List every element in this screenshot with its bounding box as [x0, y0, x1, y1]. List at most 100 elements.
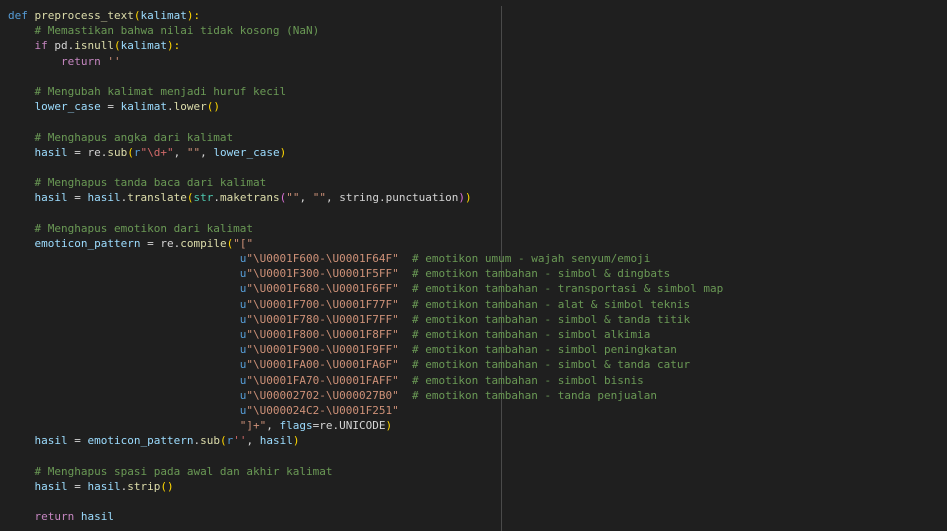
code-token: pd. [47, 39, 75, 53]
code-token: # Memastikan bahwa nilai tidak kosong (N… [34, 24, 320, 38]
code-line[interactable]: hasil = hasil.translate(str.maketrans(""… [8, 190, 723, 205]
code-line[interactable]: ​ [8, 69, 723, 84]
code-line[interactable]: # Mengubah kalimat menjadi huruf kecil [8, 84, 723, 99]
code-token: sub [200, 434, 220, 448]
code-token: # emotikon tambahan - alat & simbol tekn… [412, 297, 691, 311]
code-token: = [67, 479, 88, 493]
code-token: "\U0001FA00-\U0001FA6F" [246, 358, 399, 372]
code-line[interactable]: ​ [8, 205, 723, 220]
code-token: ( [127, 145, 134, 159]
code-line[interactable]: u"\U000024C2-\U0001F251" [8, 403, 723, 418]
code-line[interactable]: # Menghapus angka dari kalimat [8, 130, 723, 145]
code-line[interactable]: u"\U0001F900-\U0001F9FF" # emotikon tamb… [8, 342, 723, 357]
code-token: kalimat [120, 39, 167, 53]
code-token: . [213, 191, 220, 205]
code-token: "" [312, 191, 326, 205]
code-line[interactable]: def preprocess_text(kalimat): [8, 8, 723, 23]
code-token: # emotikon tambahan - simbol alkimia [412, 327, 651, 341]
code-line[interactable]: hasil = hasil.strip() [8, 479, 723, 494]
code-token: # emotikon tambahan - tanda penjualan [412, 388, 658, 402]
code-token: "\U0001F800-\U0001F8FF" [246, 327, 399, 341]
code-token: ): [166, 39, 181, 53]
code-line[interactable]: u"\U0001FA00-\U0001FA6F" # emotikon tamb… [8, 357, 723, 372]
code-line[interactable]: lower_case = kalimat.lower() [8, 99, 723, 114]
code-token: # emotikon tambahan - simbol & tanda tit… [412, 312, 691, 326]
code-line[interactable]: u"\U0001F700-\U0001F77F" # emotikon tamb… [8, 297, 723, 312]
code-token: r [133, 145, 141, 159]
code-block[interactable]: def preprocess_text(kalimat): # Memastik… [8, 8, 723, 524]
code-token: = [100, 100, 121, 114]
code-line[interactable]: ​ [8, 448, 723, 463]
code-token: if [34, 39, 48, 53]
code-line[interactable]: ​ [8, 160, 723, 175]
code-token: # emotikon tambahan - transportasi & sim… [412, 282, 724, 296]
code-line[interactable]: hasil = re.sub(r"\d+", "", lower_case) [8, 145, 723, 160]
code-line[interactable]: "]+", flags=re.UNICODE) [8, 418, 723, 433]
code-token: , string.punctuation [325, 191, 459, 205]
code-token: ) [279, 145, 287, 159]
code-token: "\d+" [140, 145, 174, 159]
code-line[interactable]: u"\U0001F600-\U0001F64F" # emotikon umum… [8, 251, 723, 266]
code-line[interactable]: # Menghapus spasi pada awal dan akhir ka… [8, 464, 723, 479]
code-token: return [34, 510, 75, 524]
code-line[interactable]: u"\U00002702-\U000027B0" # emotikon tamb… [8, 388, 723, 403]
code-token: , [200, 145, 214, 159]
code-token: # emotikon tambahan - simbol peningkatan [412, 343, 677, 357]
code-line[interactable]: hasil = emoticon_pattern.sub(r'', hasil) [8, 433, 723, 448]
code-token: # emotikon tambahan - simbol & tanda cat… [412, 358, 691, 372]
code-token: , [266, 419, 280, 433]
code-token: = [67, 191, 88, 205]
code-token: ( [114, 39, 121, 53]
code-line[interactable]: u"\U0001F300-\U0001F5FF" # emotikon tamb… [8, 266, 723, 281]
code-token: maketrans [219, 191, 280, 205]
code-line[interactable]: if pd.isnull(kalimat): [8, 38, 723, 53]
code-token: lower_case [213, 145, 280, 159]
code-token: kalimat [120, 100, 167, 114]
code-editor[interactable]: def preprocess_text(kalimat): # Memastik… [0, 0, 947, 531]
code-line[interactable]: # Memastikan bahwa nilai tidak kosong (N… [8, 23, 723, 38]
code-line[interactable]: # Menghapus emotikon dari kalimat [8, 221, 723, 236]
code-line[interactable]: emoticon_pattern = re.compile("[" [8, 236, 723, 251]
code-line[interactable]: return '' [8, 54, 723, 69]
code-token: "\U000024C2-\U0001F251" [246, 403, 399, 417]
code-token: compile [180, 236, 227, 250]
code-token: isnull [74, 39, 114, 53]
code-line[interactable]: return hasil [8, 509, 723, 524]
code-token: hasil [87, 191, 121, 205]
code-token: # Menghapus spasi pada awal dan akhir ka… [34, 464, 333, 478]
code-line[interactable]: u"\U0001F680-\U0001F6FF" # emotikon tamb… [8, 281, 723, 296]
code-token: lower_case [34, 100, 101, 114]
code-token: hasil [34, 191, 68, 205]
code-line[interactable]: ​ [8, 494, 723, 509]
code-token: '' [233, 434, 247, 448]
code-token: () [206, 100, 220, 114]
code-token: "\U0001F600-\U0001F64F" [246, 252, 399, 265]
code-line[interactable]: # Menghapus tanda baca dari kalimat [8, 175, 723, 190]
code-token: ) [385, 419, 393, 433]
code-token: def [8, 9, 28, 22]
code-line[interactable]: ​ [8, 114, 723, 129]
code-line[interactable]: u"\U0001F800-\U0001F8FF" # emotikon tamb… [8, 327, 723, 342]
code-token: # Mengubah kalimat menjadi huruf kecil [34, 84, 287, 98]
code-token: hasil [259, 434, 293, 448]
code-line[interactable]: u"\U0001FA70-\U0001FAFF" # emotikon tamb… [8, 373, 723, 388]
code-line[interactable]: u"\U0001F780-\U0001F7FF" # emotikon tamb… [8, 312, 723, 327]
code-token: = [67, 434, 88, 448]
